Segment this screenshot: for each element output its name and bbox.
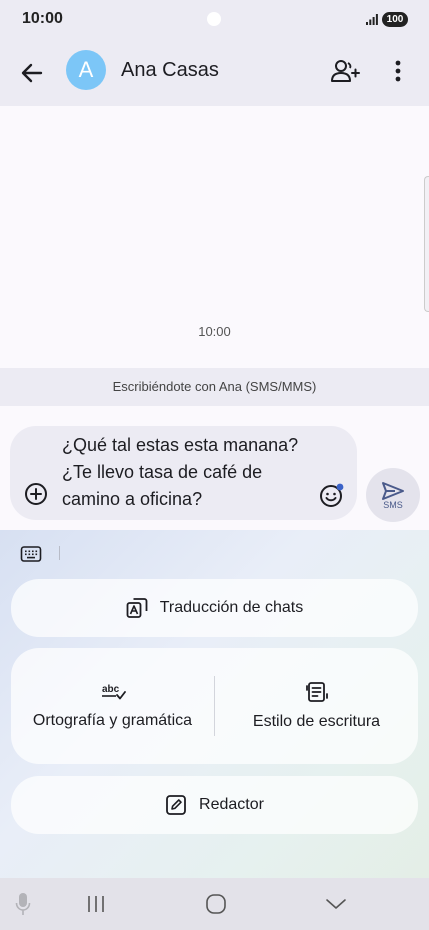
back-arrow-icon [21,63,43,83]
recent-apps-button[interactable] [82,890,110,918]
writing-tools-card: abc Ortografía y gramática Estilo de esc… [11,648,418,764]
message-text: ¿Qué tal estas esta manana? ¿Te llevo ta… [62,432,312,513]
avatar[interactable]: A [66,50,106,90]
recents-icon [88,896,104,912]
send-type-label: SMS [383,499,403,510]
chat-translation-button[interactable]: Traducción de chats [11,579,418,637]
message-timestamp: 10:00 [198,324,231,339]
send-icon [382,481,404,500]
more-options-button[interactable] [384,55,412,87]
toolbar-divider [59,546,60,560]
spelling-grammar-label: Ortografía y gramática [32,712,193,729]
send-button[interactable]: SMS [366,468,420,522]
home-icon [206,894,226,914]
spellcheck-icon: abc [101,684,126,700]
contact-name[interactable]: Ana Casas [121,59,219,82]
conversation-header: A Ana Casas [0,40,429,106]
chevron-down-icon [326,899,346,909]
composer-label: Redactor [199,796,264,813]
translate-icon [126,598,148,618]
home-button[interactable] [202,890,230,918]
writing-style-button[interactable]: Estilo de escritura [215,648,418,764]
edge-panel-handle[interactable] [424,176,429,312]
writing-style-icon [305,682,328,702]
add-person-icon [331,60,360,82]
message-list[interactable]: 10:00 [0,106,429,368]
keyboard-icon[interactable] [20,544,42,564]
composer-button[interactable]: Redactor [11,776,418,834]
spelling-grammar-button[interactable]: abc Ortografía y gramática [11,648,214,764]
compose-area: ¿Qué tal estas esta manana? ¿Te llevo ta… [0,406,429,530]
status-bar: 10:00 100 [0,0,429,40]
message-line: camino a oficina? [62,489,203,509]
chat-translation-label: Traducción de chats [159,599,304,616]
add-attachment-icon[interactable] [24,482,48,506]
emoji-icon[interactable] [319,482,345,508]
camera-cutout [207,12,221,26]
edit-pencil-icon [166,795,186,815]
message-line: ¿Te llevo tasa de café de [62,462,263,482]
writing-style-label: Estilo de escritura [252,713,381,730]
voice-input-button[interactable] [9,890,37,918]
svg-text:abc: abc [102,684,120,695]
microphone-icon [15,893,31,915]
writing-assist-panel: Traducción de chats abc Ortografía y gra… [0,530,429,878]
more-vertical-icon [395,60,401,82]
battery-icon: 100 [382,12,408,27]
message-input[interactable]: ¿Qué tal estas esta manana? ¿Te llevo ta… [10,426,357,520]
message-line: ¿Qué tal estas esta manana? [62,435,299,455]
status-time: 10:00 [22,10,63,27]
hide-keyboard-button[interactable] [322,890,350,918]
signal-icon [366,14,378,25]
navigation-bar [0,878,429,930]
conversation-info-bar: Escribiéndote con Ana (SMS/MMS) [0,368,429,406]
add-contact-button[interactable] [328,55,362,87]
back-button[interactable] [16,57,48,89]
